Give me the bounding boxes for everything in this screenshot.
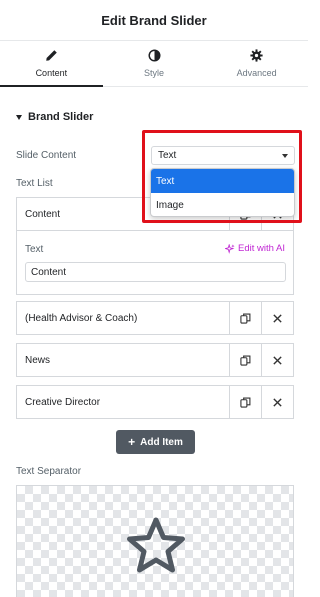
tab-advanced[interactable]: Advanced	[205, 41, 308, 86]
separator-icon-picker[interactable]	[16, 485, 294, 597]
add-item-button[interactable]: + Add Item	[116, 430, 195, 454]
repeater-item[interactable]: News	[16, 343, 294, 377]
repeater-item-panel: Text Edit with AI Content	[16, 231, 294, 295]
section-toggle-brand-slider[interactable]: Brand Slider	[16, 111, 93, 123]
close-icon	[273, 313, 282, 323]
edit-with-ai-button[interactable]: Edit with AI	[225, 243, 285, 254]
star-icon	[127, 517, 185, 573]
copy-icon	[240, 397, 251, 408]
text-separator-label: Text Separator	[16, 466, 82, 477]
select-value: Text	[158, 150, 177, 161]
select-arrow-icon	[282, 153, 288, 158]
tab-bar: Content Style Advanced	[0, 41, 308, 87]
remove-button[interactable]	[261, 344, 293, 376]
option-text[interactable]: Text	[151, 169, 294, 193]
tab-label: Content	[35, 68, 68, 78]
copy-icon	[240, 313, 251, 324]
remove-button[interactable]	[261, 386, 293, 418]
text-field-label: Text	[25, 244, 44, 255]
sparkle-icon	[225, 243, 235, 254]
item-title: (Health Advisor & Coach)	[25, 312, 138, 324]
section-title: Brand Slider	[28, 111, 94, 123]
panel-header: Edit Brand Slider	[0, 0, 308, 41]
text-input[interactable]: Content	[25, 262, 286, 282]
add-item-label: Add Item	[140, 436, 183, 448]
repeater-item[interactable]: (Health Advisor & Coach)	[16, 301, 294, 335]
panel-title: Edit Brand Slider	[101, 12, 207, 28]
item-title: Creative Director	[25, 396, 101, 408]
gear-icon	[250, 49, 263, 62]
copy-icon	[240, 355, 251, 366]
duplicate-button[interactable]	[229, 302, 261, 334]
repeater-item[interactable]: Creative Director	[16, 385, 294, 419]
duplicate-button[interactable]	[229, 344, 261, 376]
close-icon	[273, 355, 282, 365]
slide-content-dropdown: Text Image	[150, 168, 295, 217]
half-circle-icon	[147, 49, 161, 62]
tab-label: Advanced	[236, 68, 277, 78]
item-title: News	[25, 354, 51, 366]
ai-label: Edit with AI	[238, 243, 285, 254]
slide-content-label: Slide Content	[16, 150, 77, 161]
pencil-icon	[46, 50, 57, 61]
plus-icon: +	[128, 435, 136, 449]
text-list-label: Text List	[16, 178, 53, 189]
close-icon	[273, 397, 282, 407]
slide-content-select[interactable]: Text	[151, 146, 295, 165]
tab-style[interactable]: Style	[103, 41, 206, 86]
duplicate-button[interactable]	[229, 386, 261, 418]
remove-button[interactable]	[261, 302, 293, 334]
tab-content[interactable]: Content	[0, 41, 103, 87]
tab-label: Style	[144, 68, 165, 78]
option-image[interactable]: Image	[151, 193, 294, 216]
caret-down-icon	[16, 114, 22, 120]
